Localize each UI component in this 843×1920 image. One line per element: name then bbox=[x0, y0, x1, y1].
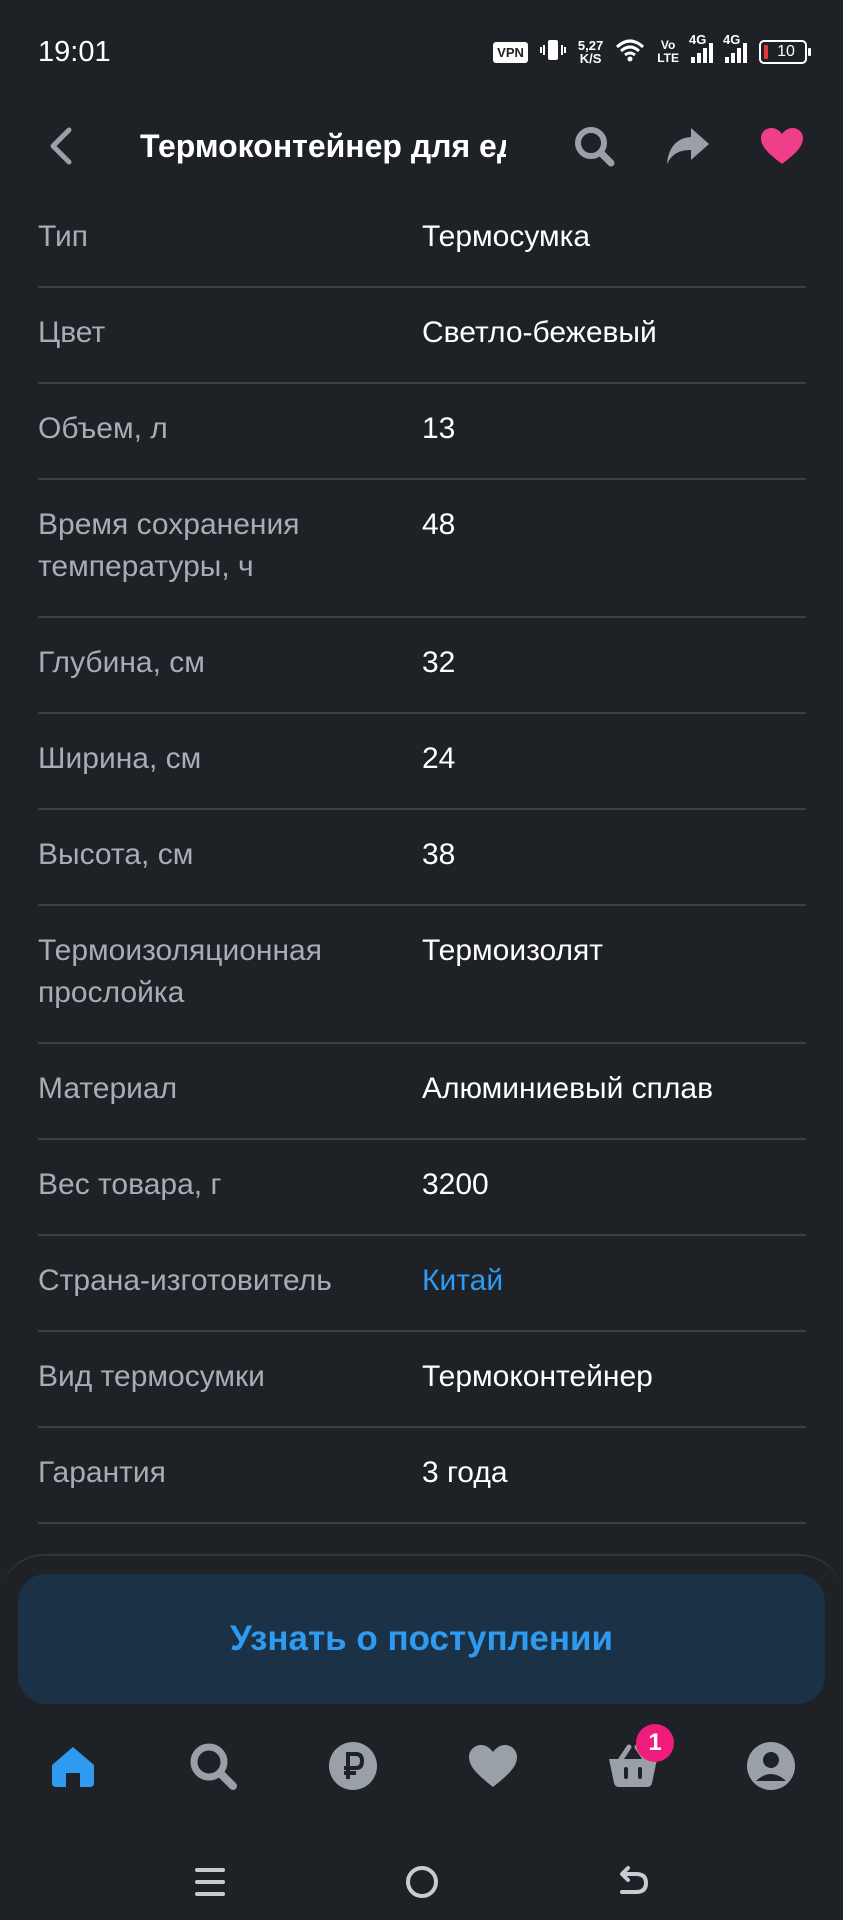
profile-icon bbox=[747, 1742, 795, 1790]
spec-row-height: Высота, см 38 bbox=[38, 810, 806, 906]
spec-value: Алюминиевый сплав bbox=[422, 1072, 714, 1105]
volte-bottom: LTE bbox=[657, 51, 679, 65]
spec-row-color: Цвет Светло-бежевый bbox=[38, 288, 806, 384]
tab-payments[interactable] bbox=[318, 1718, 388, 1814]
spec-row-temperature-time: Время сохранения температуры, ч 48 bbox=[38, 480, 806, 618]
spec-value: 48 bbox=[422, 508, 456, 541]
volte-icon: Vo LTE bbox=[657, 39, 679, 65]
spec-row-width: Ширина, см 24 bbox=[38, 714, 806, 810]
tab-home[interactable] bbox=[38, 1718, 108, 1814]
spec-key: Глубина, см bbox=[38, 646, 205, 679]
system-navigation bbox=[0, 1842, 843, 1920]
spec-value: 32 bbox=[422, 646, 456, 679]
tab-search[interactable] bbox=[178, 1718, 248, 1814]
spec-key: Материал bbox=[38, 1072, 178, 1105]
spec-key: Ширина, см bbox=[38, 742, 202, 775]
spec-row-country: Страна-изготовитель Китай bbox=[38, 1236, 806, 1332]
battery-icon: 10 bbox=[759, 40, 811, 64]
spec-key: Вид термосумки bbox=[38, 1360, 265, 1393]
spec-row-weight: Вес товара, г 3200 bbox=[38, 1140, 806, 1236]
favorite-button[interactable] bbox=[754, 120, 810, 172]
back-button[interactable] bbox=[36, 120, 84, 172]
spec-key: Тип bbox=[38, 220, 89, 253]
spec-key: Объем, л bbox=[38, 412, 168, 445]
speed-unit: K/S bbox=[579, 51, 602, 66]
spec-value: 24 bbox=[422, 742, 456, 775]
network-speed: 5,27 K/S bbox=[578, 39, 603, 65]
system-home-button[interactable] bbox=[392, 1852, 452, 1912]
favorites-icon bbox=[469, 1745, 517, 1787]
share-button[interactable] bbox=[662, 120, 714, 172]
search-button[interactable] bbox=[568, 120, 620, 172]
spec-key: Время сохранения температуры, ч bbox=[38, 508, 300, 583]
header: Термоконтейнер для еды bbox=[0, 100, 843, 192]
page-title: Термоконтейнер для еды bbox=[140, 128, 506, 164]
country-link[interactable]: Китай bbox=[422, 1260, 806, 1302]
signal-icon-1: 4G bbox=[689, 32, 713, 63]
spec-value: 38 bbox=[422, 838, 456, 871]
spec-value: Термоизолят bbox=[422, 934, 604, 967]
spec-value: Термосумка bbox=[422, 220, 591, 253]
menu-icon bbox=[195, 1868, 225, 1896]
home-icon bbox=[52, 1747, 94, 1787]
battery-level: 10 bbox=[777, 43, 795, 60]
cart-badge: 1 bbox=[636, 1724, 674, 1762]
heart-icon bbox=[761, 128, 803, 164]
spec-key: Термоизоляционная прослойка bbox=[38, 934, 322, 1009]
bottom-sheet: Узнать о поступлении 1 bbox=[0, 1554, 843, 1920]
system-back-button[interactable] bbox=[602, 1852, 662, 1912]
spec-value: Термоконтейнер bbox=[422, 1360, 653, 1393]
status-time: 19:01 bbox=[38, 36, 111, 68]
tab-favorites[interactable] bbox=[458, 1718, 528, 1814]
back-arrow-icon bbox=[50, 127, 72, 165]
net-type-2: 4G bbox=[723, 32, 741, 47]
spec-key: Вес товара, г bbox=[38, 1168, 222, 1201]
spec-key: Страна-изготовитель bbox=[38, 1264, 332, 1297]
spec-row-type: Тип Термосумка bbox=[38, 192, 806, 288]
spec-key: Высота, см bbox=[38, 838, 194, 871]
spec-key: Цвет bbox=[38, 316, 106, 349]
back-icon bbox=[620, 1866, 649, 1894]
notify-arrival-button[interactable]: Узнать о поступлении bbox=[18, 1574, 825, 1704]
spec-row-insulation: Термоизоляционная прослойка Термоизолят bbox=[38, 906, 806, 1044]
specs-list: Тип Термосумка Цвет Светло-бежевый Объем… bbox=[38, 192, 806, 1524]
spec-row-material: Материал Алюминиевый сплав bbox=[38, 1044, 806, 1140]
spec-row-bag-kind: Вид термосумки Термоконтейнер bbox=[38, 1332, 806, 1428]
tab-profile[interactable] bbox=[736, 1718, 806, 1814]
vpn-icon: VPN bbox=[493, 41, 528, 63]
status-icons: VPN 5,27 K/S Vo LTE 4G 4G 10 bbox=[493, 32, 811, 70]
signal-icon-2: 4G bbox=[723, 32, 747, 63]
tab-bar: 1 bbox=[0, 1718, 843, 1814]
ruble-icon bbox=[329, 1742, 377, 1790]
search-icon bbox=[190, 1743, 237, 1790]
wifi-icon bbox=[615, 38, 645, 67]
tab-cart[interactable]: 1 bbox=[598, 1718, 674, 1814]
status-bar: 19:01 VPN 5,27 K/S Vo LTE 4G 4G 10 bbox=[0, 0, 843, 100]
spec-key: Гарантия bbox=[38, 1456, 166, 1489]
spec-row-volume: Объем, л 13 bbox=[38, 384, 806, 480]
system-menu-button[interactable] bbox=[180, 1852, 240, 1912]
spec-value: Светло-бежевый bbox=[422, 316, 657, 349]
vibrate-icon bbox=[539, 37, 566, 68]
share-icon bbox=[667, 128, 709, 164]
spec-value: 13 bbox=[422, 412, 456, 445]
spec-value: 3200 bbox=[422, 1168, 489, 1201]
spec-row-depth: Глубина, см 32 bbox=[38, 618, 806, 714]
home-circle-icon bbox=[406, 1866, 438, 1898]
spec-row-warranty: Гарантия 3 года bbox=[38, 1428, 806, 1524]
spec-value: 3 года bbox=[422, 1456, 508, 1489]
net-type-1: 4G bbox=[689, 32, 707, 47]
search-icon bbox=[575, 127, 615, 167]
